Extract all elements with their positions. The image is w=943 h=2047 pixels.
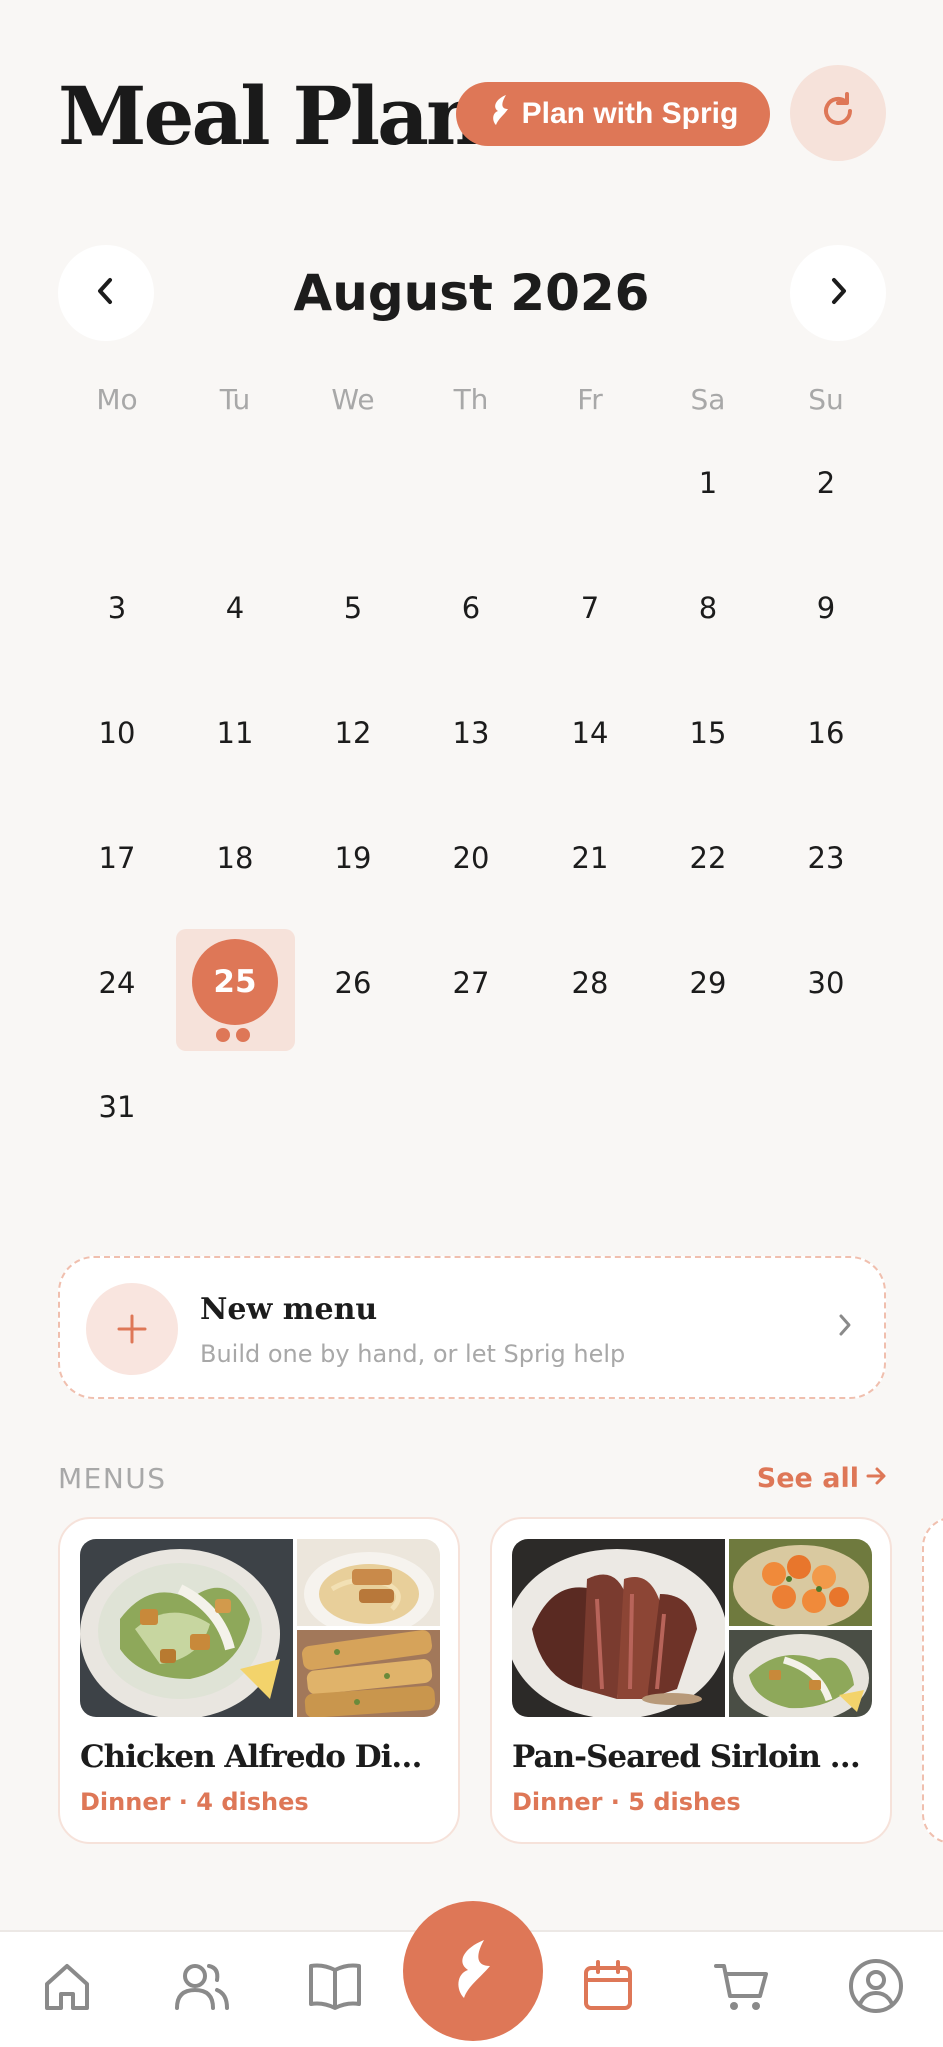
calendar-day[interactable]: 4 bbox=[176, 549, 294, 667]
weekday-label: Su bbox=[808, 383, 844, 416]
menu-meta: Dinner · 5 dishes bbox=[512, 1788, 741, 1816]
sprig-leaf-icon bbox=[488, 93, 512, 135]
calendar-day[interactable]: 15 bbox=[649, 674, 767, 792]
sprig-assistant-button[interactable] bbox=[403, 1901, 543, 2041]
calendar-day[interactable]: 21 bbox=[531, 799, 649, 917]
selected-day-number[interactable]: 25 bbox=[192, 939, 278, 1025]
weekday-label: Th bbox=[453, 383, 489, 416]
book-icon bbox=[305, 1958, 365, 2018]
calendar-day[interactable]: 13 bbox=[412, 674, 530, 792]
nav-cart[interactable] bbox=[702, 1948, 782, 2028]
calendar-day[interactable]: 22 bbox=[649, 799, 767, 917]
calendar-day[interactable]: 17 bbox=[58, 799, 176, 917]
see-all-label: See all bbox=[756, 1463, 859, 1494]
calendar-day[interactable]: 26 bbox=[294, 924, 412, 1042]
calendar-day[interactable]: 16 bbox=[767, 674, 885, 792]
weekday-label: Sa bbox=[690, 383, 726, 416]
menu-meta: Dinner · 4 dishes bbox=[80, 1788, 309, 1816]
calendar-day[interactable]: 7 bbox=[531, 549, 649, 667]
caesar-salad-image bbox=[729, 1630, 872, 1717]
refresh-button[interactable] bbox=[790, 65, 886, 161]
calendar-day[interactable]: 23 bbox=[767, 799, 885, 917]
weekday-label: Mo bbox=[96, 383, 138, 416]
chevron-right-icon bbox=[827, 276, 849, 310]
calendar-day[interactable]: 20 bbox=[412, 799, 530, 917]
calendar-day[interactable]: 30 bbox=[767, 924, 885, 1042]
chevron-right-icon bbox=[836, 1310, 854, 1344]
sprig-leaf-icon bbox=[448, 1936, 498, 2006]
shrimp-image bbox=[729, 1539, 872, 1626]
menu-card[interactable]: Pan-Seared Sirloin D… Dinner · 5 dishes bbox=[490, 1517, 892, 1844]
new-menu-title: New menu bbox=[200, 1292, 378, 1327]
calendar-day[interactable]: 6 bbox=[412, 549, 530, 667]
home-icon bbox=[39, 1958, 95, 2018]
nav-calendar[interactable] bbox=[568, 1948, 648, 2028]
calendar-day[interactable]: 12 bbox=[294, 674, 412, 792]
new-menu-subtitle: Build one by hand, or let Sprig help bbox=[200, 1340, 626, 1368]
new-menu-card[interactable]: New menu Build one by hand, or let Sprig… bbox=[58, 1256, 886, 1399]
caesar-salad-image bbox=[80, 1539, 293, 1717]
plus-icon bbox=[86, 1283, 178, 1375]
menus-section-heading: MENUS bbox=[58, 1462, 167, 1495]
cart-icon bbox=[712, 1958, 772, 2018]
next-month-button[interactable] bbox=[790, 245, 886, 341]
nav-recipes[interactable] bbox=[295, 1948, 375, 2028]
calendar-day[interactable]: 10 bbox=[58, 674, 176, 792]
weekday-label: We bbox=[331, 383, 375, 416]
calendar-day[interactable]: 11 bbox=[176, 674, 294, 792]
calendar-icon bbox=[580, 1958, 636, 2018]
meal-indicator-dot bbox=[216, 1028, 230, 1042]
month-label: August 2026 bbox=[293, 264, 650, 322]
menu-name: Pan-Seared Sirloin D… bbox=[512, 1739, 874, 1775]
calendar-day[interactable]: 24 bbox=[58, 924, 176, 1042]
page-title: Meal Plan bbox=[58, 69, 484, 163]
see-all-link[interactable]: See all bbox=[757, 1459, 887, 1499]
calendar-day[interactable]: 31 bbox=[58, 1048, 176, 1166]
chevron-left-icon bbox=[95, 276, 117, 310]
menu-name: Chicken Alfredo Dinn… bbox=[80, 1739, 442, 1775]
calendar-day[interactable]: 28 bbox=[531, 924, 649, 1042]
plan-with-sprig-button[interactable]: Plan with Sprig bbox=[456, 82, 770, 146]
arrow-right-icon bbox=[865, 1459, 887, 1499]
add-menu-card[interactable] bbox=[922, 1517, 943, 1844]
profile-icon bbox=[847, 1957, 905, 2019]
calendar-day[interactable]: 14 bbox=[531, 674, 649, 792]
refresh-icon bbox=[816, 89, 860, 137]
nav-home[interactable] bbox=[27, 1948, 107, 2028]
calendar-day[interactable]: 27 bbox=[412, 924, 530, 1042]
calendar-day[interactable]: 29 bbox=[649, 924, 767, 1042]
people-icon bbox=[171, 1958, 231, 2018]
calendar-day[interactable]: 8 bbox=[649, 549, 767, 667]
calendar-day[interactable]: 9 bbox=[767, 549, 885, 667]
meal-indicator-dot bbox=[236, 1028, 250, 1042]
calendar-day[interactable]: 1 bbox=[649, 424, 767, 542]
calendar-day[interactable]: 18 bbox=[176, 799, 294, 917]
weekday-label: Fr bbox=[577, 383, 603, 416]
garlic-bread-image bbox=[297, 1630, 440, 1717]
nav-people[interactable] bbox=[161, 1948, 241, 2028]
previous-month-button[interactable] bbox=[58, 245, 154, 341]
sirloin-steak-image bbox=[512, 1539, 725, 1717]
calendar-day[interactable]: 3 bbox=[58, 549, 176, 667]
calendar-day[interactable]: 2 bbox=[767, 424, 885, 542]
plan-with-sprig-label: Plan with Sprig bbox=[521, 97, 739, 130]
chicken-alfredo-image bbox=[297, 1539, 440, 1626]
nav-profile[interactable] bbox=[836, 1948, 916, 2028]
calendar-day[interactable]: 19 bbox=[294, 799, 412, 917]
calendar-day[interactable]: 5 bbox=[294, 549, 412, 667]
menu-card[interactable]: Chicken Alfredo Dinn… Dinner · 4 dishes bbox=[58, 1517, 460, 1844]
weekday-label: Tu bbox=[219, 383, 251, 416]
